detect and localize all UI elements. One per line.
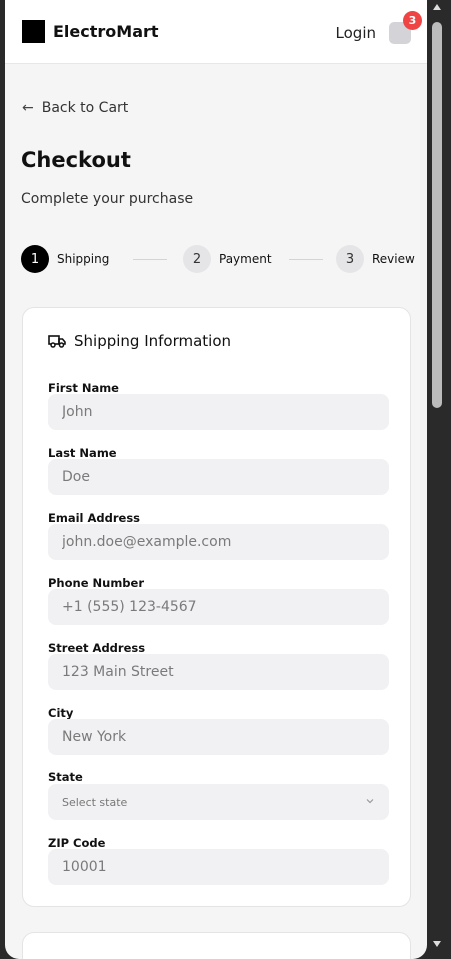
city-input[interactable] — [48, 719, 389, 755]
zip-code-label: ZIP Code — [48, 836, 106, 850]
step-label: Payment — [219, 252, 272, 266]
step-divider — [133, 259, 167, 260]
shipping-information-card: Shipping Information First Name Last Nam… — [22, 307, 411, 907]
back-to-cart-label: Back to Cart — [41, 100, 129, 116]
state-select-value: Select state — [62, 795, 128, 809]
first-name-label: First Name — [48, 381, 119, 395]
scrollbar-thumb[interactable] — [432, 22, 442, 408]
vertical-scrollbar[interactable] — [430, 0, 444, 959]
email-label: Email Address — [48, 511, 141, 525]
step-payment: 2 Payment — [183, 245, 272, 273]
scroll-up-arrow-icon[interactable] — [433, 4, 441, 10]
step-shipping: 1 Shipping — [21, 245, 109, 273]
step-number: 2 — [183, 245, 211, 273]
state-label: State — [48, 770, 83, 784]
state-select[interactable]: Select state — [48, 784, 389, 820]
zip-code-input[interactable] — [48, 849, 389, 885]
page-title: Checkout — [21, 148, 131, 172]
next-section-card — [22, 932, 411, 959]
shipping-card-header: Shipping Information — [48, 332, 231, 350]
city-label: City — [48, 706, 74, 720]
street-address-input[interactable] — [48, 654, 389, 690]
phone-input[interactable] — [48, 589, 389, 625]
login-link[interactable]: Login — [336, 24, 376, 42]
step-label: Shipping — [57, 252, 110, 266]
step-number: 3 — [336, 245, 364, 273]
first-name-input[interactable] — [48, 394, 389, 430]
checkout-stepper: 1 Shipping 2 Payment 3 Review — [21, 245, 416, 273]
cart-count-badge: 3 — [403, 11, 422, 30]
brand-name[interactable]: ElectroMart — [53, 22, 159, 41]
arrow-left-icon: ← — [22, 100, 34, 116]
scroll-down-arrow-icon[interactable] — [433, 941, 441, 947]
brand-logo[interactable] — [22, 20, 45, 43]
top-header: ElectroMart Login 3 — [5, 0, 427, 64]
last-name-label: Last Name — [48, 446, 117, 460]
shipping-card-title: Shipping Information — [74, 332, 232, 350]
email-input[interactable] — [48, 524, 389, 560]
step-divider — [289, 259, 323, 260]
step-label: Review — [372, 252, 415, 266]
app-viewport: ElectroMart Login 3 ← Back to Cart Check… — [5, 0, 427, 959]
street-address-label: Street Address — [48, 641, 146, 655]
phone-label: Phone Number — [48, 576, 145, 590]
truck-icon — [48, 335, 66, 348]
chevron-down-icon — [366, 799, 374, 804]
last-name-input[interactable] — [48, 459, 389, 495]
step-review: 3 Review — [336, 245, 415, 273]
back-to-cart-link[interactable]: ← Back to Cart — [22, 100, 128, 116]
step-number: 1 — [21, 245, 49, 273]
page-subtitle: Complete your purchase — [21, 191, 194, 207]
